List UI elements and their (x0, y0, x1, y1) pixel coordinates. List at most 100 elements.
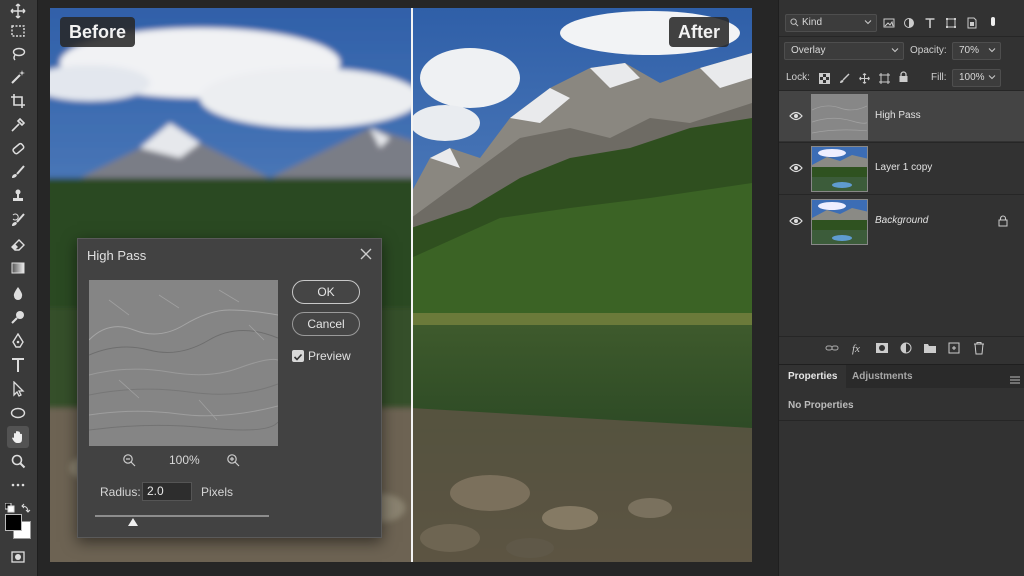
filter-toggle-icon[interactable] (989, 14, 1001, 26)
zoom-tool-icon[interactable] (7, 450, 29, 472)
eraser-tool-icon[interactable] (7, 233, 29, 255)
quick-mask-icon[interactable] (7, 546, 29, 568)
lock-icon (998, 214, 1008, 227)
lock-all-icon[interactable] (898, 70, 909, 82)
swap-colors-icon[interactable] (21, 500, 31, 513)
preview-checkbox[interactable] (292, 350, 304, 362)
zoom-value: 100% (169, 453, 200, 467)
no-properties-text: No Properties (788, 400, 854, 411)
healing-brush-tool-icon[interactable] (7, 138, 29, 160)
gradient-tool-icon[interactable] (7, 257, 29, 279)
chevron-down-icon (864, 20, 872, 25)
properties-tabs: Properties Adjustments (779, 364, 1024, 389)
add-mask-icon[interactable] (875, 341, 889, 355)
blur-tool-icon[interactable] (7, 282, 29, 304)
tab-adjustments[interactable]: Adjustments (843, 365, 922, 389)
filter-type-icon[interactable] (924, 16, 938, 30)
opacity-label: Opacity: (910, 45, 947, 56)
lock-position-icon[interactable] (859, 71, 870, 84)
layer-row[interactable]: Layer 1 copy (779, 143, 1024, 193)
new-group-folder-icon[interactable] (923, 341, 937, 355)
preview-zoom-controls: 100% (122, 452, 242, 470)
lock-image-pixels-icon[interactable] (839, 71, 850, 83)
default-colors-icon[interactable] (4, 500, 15, 513)
photoshop-window: Before After High Pass 100% OK Cancel Pr… (0, 0, 1024, 576)
layer-style-fx-icon[interactable]: fx (851, 341, 865, 355)
opacity-input[interactable]: 70% (952, 42, 1001, 60)
chevron-down-icon (891, 48, 899, 53)
adjustment-layer-icon[interactable] (899, 341, 913, 355)
history-brush-tool-icon[interactable] (7, 209, 29, 231)
clone-stamp-tool-icon[interactable] (7, 185, 29, 207)
radius-unit: Pixels (201, 485, 234, 499)
close-icon[interactable] (359, 247, 373, 261)
dialog-title: High Pass (87, 248, 147, 263)
eyedropper-tool-icon[interactable] (7, 114, 29, 136)
visibility-eye-icon[interactable] (789, 161, 803, 173)
layers-panel: Kind Overlay Opacity: 70% Lock: Fill: 10… (778, 0, 1024, 576)
cancel-button[interactable]: Cancel (292, 312, 360, 336)
delete-layer-trash-icon[interactable] (972, 341, 986, 355)
ok-button[interactable]: OK (292, 280, 360, 304)
lock-artboard-icon[interactable] (879, 71, 890, 84)
type-tool-icon[interactable] (7, 354, 29, 376)
visibility-eye-icon[interactable] (789, 109, 803, 121)
hand-tool-icon[interactable] (7, 426, 29, 448)
filter-smart-object-icon[interactable] (966, 16, 980, 30)
fill-value: 100% (959, 72, 985, 83)
link-layers-icon[interactable] (825, 341, 839, 355)
layer-filter-value: Kind (802, 17, 823, 28)
radius-input[interactable]: 2.0 (142, 482, 192, 501)
pen-tool-icon[interactable] (7, 330, 29, 352)
foreground-color-swatch[interactable] (5, 514, 22, 531)
layer-name: Layer 1 copy (875, 162, 933, 173)
filter-preview[interactable] (89, 280, 278, 446)
fill-input[interactable]: 100% (952, 69, 1001, 87)
marquee-tool-icon[interactable] (7, 20, 29, 42)
filter-adjustment-icon[interactable] (903, 16, 917, 30)
zoom-in-icon[interactable] (226, 453, 240, 467)
brush-tool-icon[interactable] (7, 161, 29, 183)
ellipse-tool-icon[interactable] (7, 402, 29, 424)
radius-slider-thumb[interactable] (128, 518, 139, 526)
blend-mode-select[interactable]: Overlay (784, 42, 904, 60)
radius-slider-track[interactable] (95, 515, 269, 517)
zoom-out-icon[interactable] (122, 453, 136, 467)
lasso-tool-icon[interactable] (7, 43, 29, 65)
after-image-half (411, 8, 752, 562)
chevron-down-icon (988, 48, 996, 53)
high-pass-dialog: High Pass 100% OK Cancel Preview Radius:… (77, 238, 382, 538)
layer-thumbnail (811, 94, 868, 140)
crop-tool-icon[interactable] (7, 90, 29, 112)
layer-row[interactable]: High Pass (779, 91, 1024, 141)
lock-label: Lock: (786, 72, 810, 83)
layer-name: Background (875, 215, 929, 226)
filter-pixel-icon[interactable] (883, 16, 897, 30)
new-layer-icon[interactable] (947, 341, 961, 355)
layers-footer: fx (779, 337, 1024, 359)
preview-label: Preview (308, 349, 351, 363)
opacity-value: 70% (959, 45, 980, 56)
after-badge: After (669, 17, 730, 47)
lock-transparent-pixels-icon[interactable] (819, 71, 830, 84)
dodge-tool-icon[interactable] (7, 306, 29, 328)
path-selection-tool-icon[interactable] (7, 378, 29, 400)
magic-wand-tool-icon[interactable] (7, 66, 29, 88)
more-tools-icon[interactable] (7, 474, 29, 496)
before-after-divider[interactable] (411, 8, 413, 562)
layer-row[interactable]: Background (779, 196, 1024, 246)
layer-filter-select[interactable]: Kind (785, 14, 877, 32)
tab-properties[interactable]: Properties (779, 365, 847, 389)
tools-toolbar (0, 0, 38, 576)
search-icon (790, 18, 799, 27)
fill-label: Fill: (931, 72, 947, 83)
panel-menu-icon[interactable] (1010, 372, 1020, 384)
layer-thumbnail (811, 199, 868, 245)
layer-thumbnail (811, 146, 868, 192)
svg-text:fx: fx (852, 343, 860, 355)
filter-shape-icon[interactable] (945, 16, 959, 30)
blend-mode-value: Overlay (791, 45, 826, 56)
layer-name: High Pass (875, 110, 921, 121)
visibility-eye-icon[interactable] (789, 214, 803, 226)
move-tool-icon[interactable] (7, 0, 29, 22)
